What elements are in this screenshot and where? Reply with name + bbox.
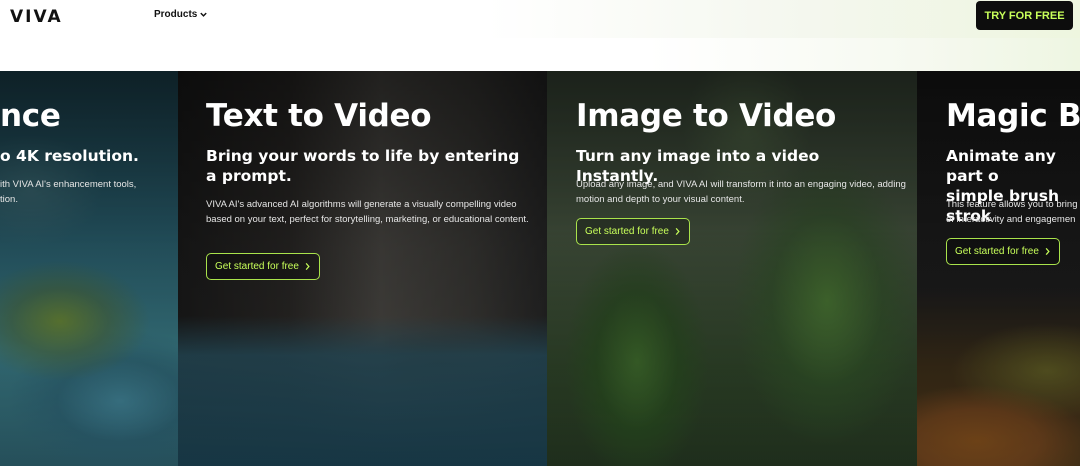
card-image-to-video[interactable]: Image to Video Turn any image into a vid… xyxy=(547,71,917,466)
card-title: Magic Bru xyxy=(946,98,1080,134)
card-description: This feature allows you to bring of inte… xyxy=(946,199,1078,225)
try-for-free-button[interactable]: TRY FOR FREE xyxy=(976,1,1073,30)
card-description: Upload any image, and VIVA AI will trans… xyxy=(576,179,906,205)
feature-carousel[interactable]: nce o 4K resolution. ith VIVA AI's enhan… xyxy=(0,71,1080,466)
get-started-button[interactable]: Get started for free xyxy=(206,253,320,280)
card-enhance[interactable]: nce o 4K resolution. ith VIVA AI's enhan… xyxy=(0,71,178,466)
chevron-right-icon xyxy=(1045,247,1050,256)
card-text-to-video[interactable]: Text to Video Bring your words to life b… xyxy=(178,71,547,466)
get-started-button[interactable]: Get started for free xyxy=(576,218,690,245)
card-title: Image to Video xyxy=(576,98,837,134)
chevron-right-icon xyxy=(305,262,310,271)
products-menu-label: Products xyxy=(154,9,198,20)
card-description: ith VIVA AI's enhancement tools, tion. xyxy=(0,179,137,205)
header-spacer xyxy=(0,38,1080,71)
card-magic-brush[interactable]: Magic Bru Animate any part o simple brus… xyxy=(917,71,1080,466)
card-title: Text to Video xyxy=(206,98,432,134)
top-nav-bar: VIVA Products TRY FOR FREE xyxy=(0,0,1080,38)
get-started-button[interactable]: Get started for free xyxy=(946,238,1060,265)
chevron-right-icon xyxy=(675,227,680,236)
card-title: nce xyxy=(0,98,61,134)
card-subtitle: Bring your words to life by entering a p… xyxy=(206,147,520,185)
products-menu[interactable]: Products xyxy=(154,9,208,20)
card-description: VIVA AI's advanced AI algorithms will ge… xyxy=(206,199,529,225)
card-subtitle: o 4K resolution. xyxy=(0,147,139,165)
chevron-down-icon xyxy=(200,12,208,17)
viva-logo[interactable]: VIVA xyxy=(10,7,63,27)
